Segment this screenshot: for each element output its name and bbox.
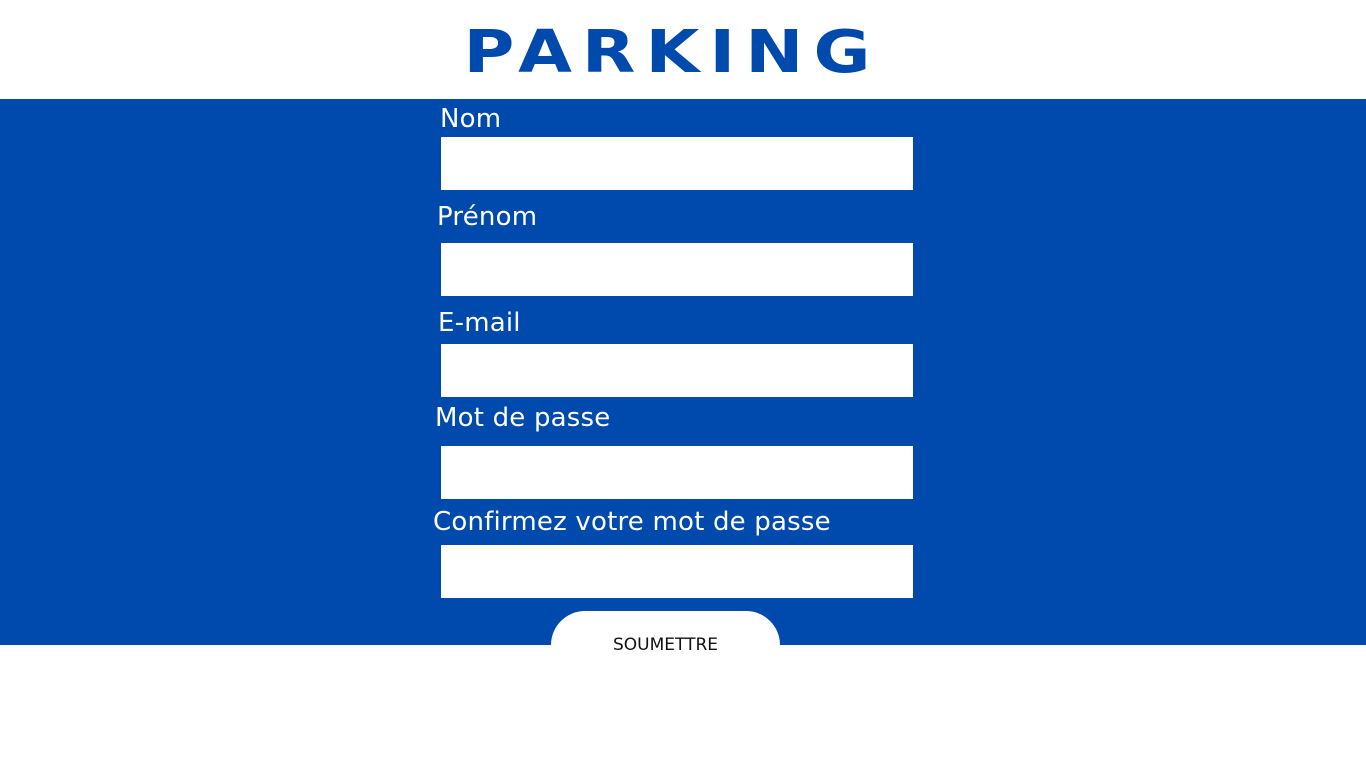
parking-logo: PARKING (463, 16, 881, 87)
nom-input[interactable] (441, 137, 913, 190)
confirm-password-input[interactable] (441, 545, 913, 598)
email-label: E-mail (438, 308, 521, 338)
password-input[interactable] (441, 446, 913, 499)
confirm-password-label: Confirmez votre mot de passe (433, 507, 831, 537)
prenom-input[interactable] (441, 243, 913, 296)
submit-button[interactable] (551, 611, 780, 645)
email-input[interactable] (441, 344, 913, 397)
submit-button-wrapper (551, 611, 780, 645)
prenom-label: Prénom (437, 202, 538, 232)
password-label: Mot de passe (435, 403, 611, 433)
registration-page: PARKING Nom Prénom E-mail Mot de passe C… (0, 0, 1366, 768)
nom-label: Nom (440, 104, 502, 134)
